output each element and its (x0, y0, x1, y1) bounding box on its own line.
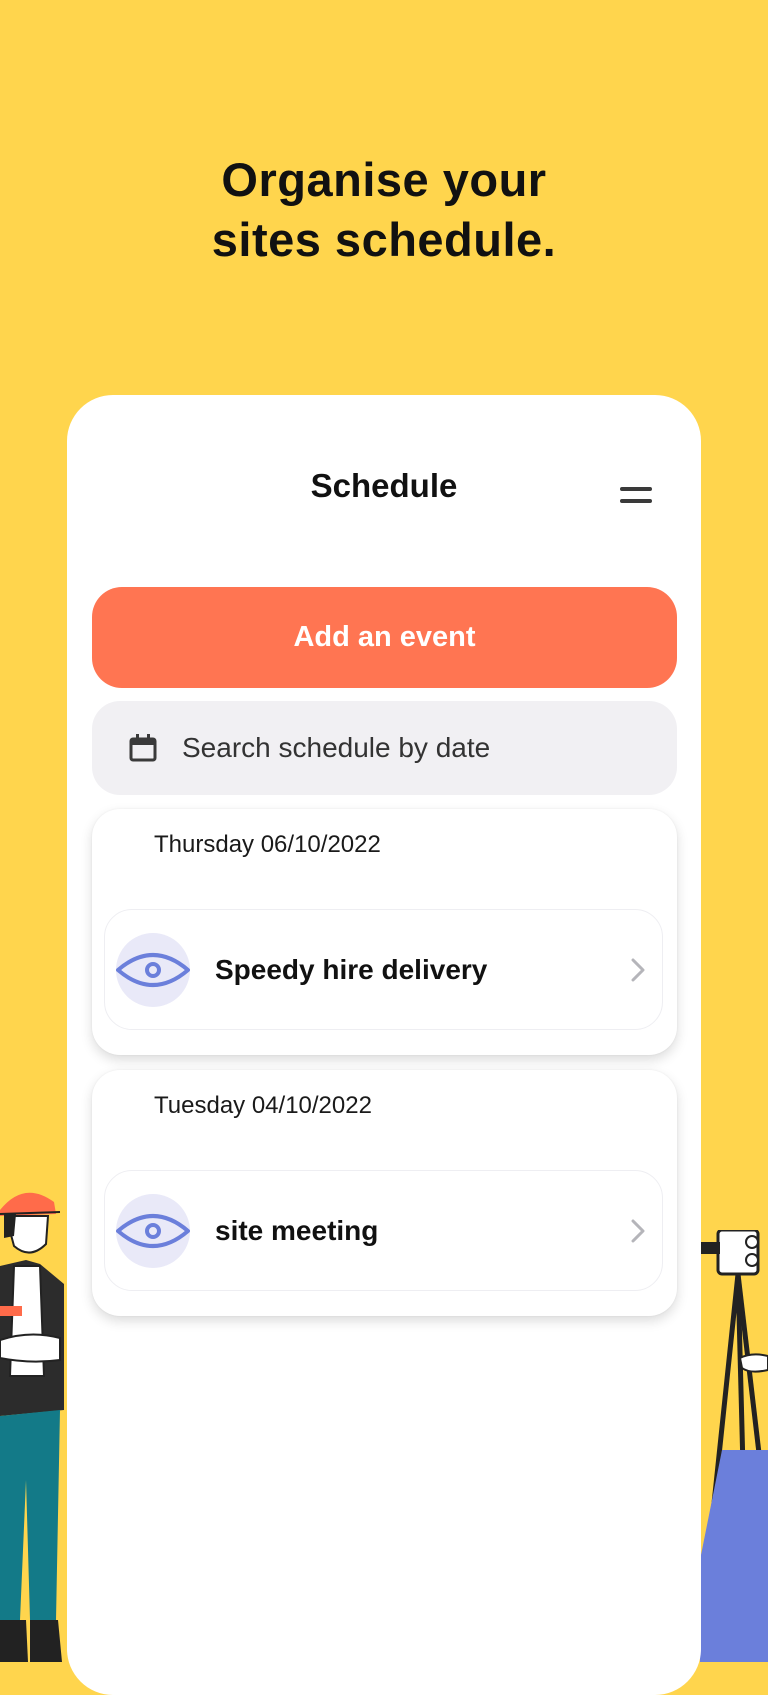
event-name: Speedy hire delivery (215, 953, 488, 985)
hamburger-menu-icon[interactable] (620, 485, 652, 509)
search-placeholder: Search schedule by date (182, 732, 491, 763)
surveyor-illustration-right (700, 1230, 768, 1662)
headline-line-2: sites schedule. (211, 213, 557, 266)
page-title: Schedule (310, 467, 458, 504)
headline: Organise your sites schedule. (0, 150, 768, 270)
day-card: Tuesday 04/10/2022 site meeting (92, 1070, 677, 1316)
event-row-speedy-hire-delivery[interactable]: Speedy hire delivery (104, 909, 663, 1030)
eye-icon (116, 952, 190, 987)
eye-icon-badge (116, 932, 190, 1007)
day-card: Thursday 06/10/2022 Speedy hire delivery (92, 809, 677, 1055)
day-date: Tuesday 04/10/2022 (154, 1092, 372, 1119)
search-by-date-field[interactable]: Search schedule by date (92, 701, 677, 795)
chevron-right-icon (631, 958, 645, 981)
calendar-icon (129, 734, 157, 762)
eye-icon-badge (116, 1193, 190, 1268)
add-event-button[interactable]: Add an event (92, 587, 677, 688)
phone-screen: Schedule Add an event Search schedule by… (67, 395, 701, 1695)
event-name: site meeting (215, 1214, 379, 1246)
event-row-site-meeting[interactable]: site meeting (104, 1170, 663, 1291)
worker-illustration-left (0, 1192, 64, 1662)
day-date: Thursday 06/10/2022 (154, 831, 381, 858)
eye-icon (116, 1213, 190, 1248)
headline-line-1: Organise your (221, 153, 547, 206)
chevron-right-icon (631, 1219, 645, 1242)
